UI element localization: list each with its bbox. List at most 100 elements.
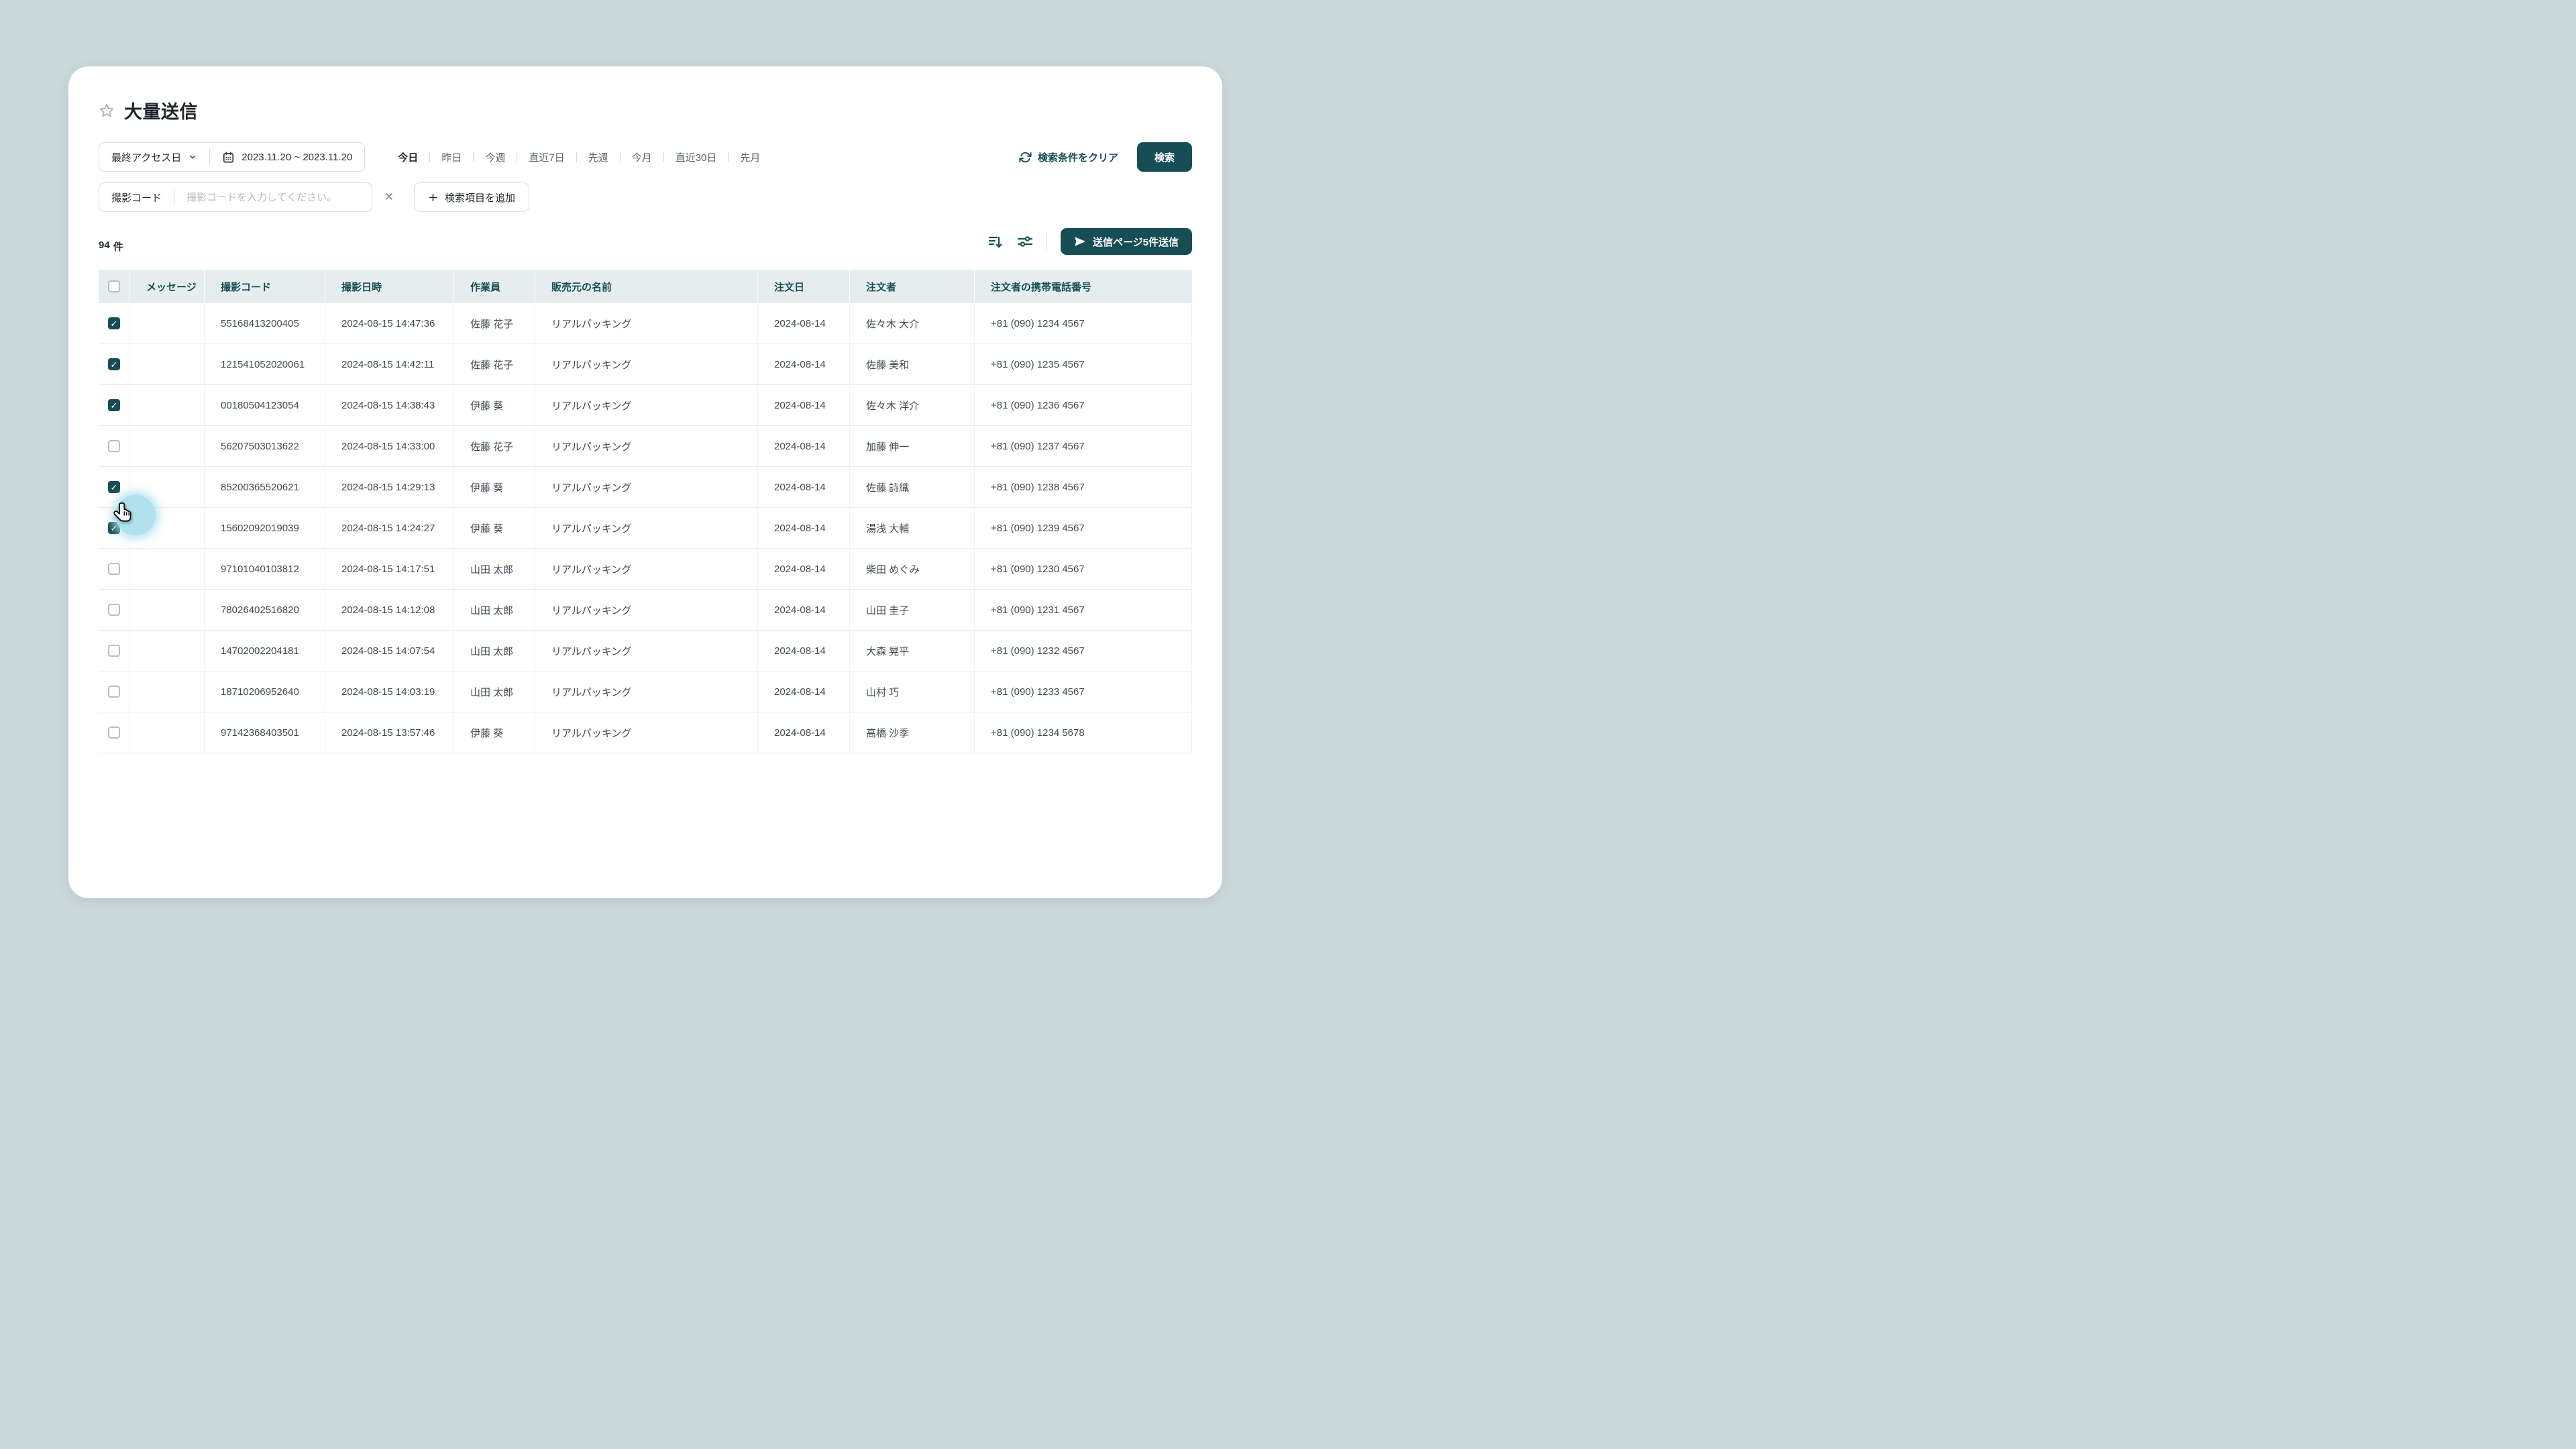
cell-message [129, 590, 204, 630]
cell-shoot-datetime: 2024-08-15 14:24:27 [325, 508, 453, 548]
cell-shoot-code: 00180504123054 [204, 385, 325, 425]
cell-orderer-phone: +81 (090) 1239 4567 [974, 508, 1192, 548]
table-row: 97101040103812 2024-08-15 14:17:51 山田 太郎… [99, 549, 1192, 590]
cell-operator: 伊藤 葵 [453, 508, 535, 548]
cell-order-date: 2024-08-14 [757, 303, 849, 343]
add-search-field-button[interactable]: 検索項目を追加 [414, 182, 529, 212]
send-page-label: 送信ページ5件送信 [1093, 235, 1179, 249]
table-row: 97142368403501 2024-08-15 13:57:46 伊藤 葵 … [99, 712, 1192, 753]
cell-shoot-code: 18710206952640 [204, 672, 325, 712]
row-checkbox[interactable] [108, 399, 120, 411]
cell-shoot-datetime: 2024-08-15 14:38:43 [325, 385, 453, 425]
cell-orderer: 山村 巧 [849, 672, 974, 712]
table-body: 55168413200405 2024-08-15 14:47:36 佐藤 花子… [99, 303, 1192, 753]
row-checkbox[interactable] [108, 727, 120, 739]
cell-shoot-datetime: 2024-08-15 14:17:51 [325, 549, 453, 589]
cell-orderer: 柴田 めぐみ [849, 549, 974, 589]
table-header-row: メッセージ撮影コード撮影日時作業員販売元の名前注文日注文者注文者の携帯電話番号 [99, 270, 1192, 303]
cell-shoot-datetime: 2024-08-15 14:33:00 [325, 426, 453, 466]
cell-message [129, 385, 204, 425]
add-search-field-label: 検索項目を追加 [445, 191, 515, 205]
cell-seller-name: リアルパッキング [535, 672, 757, 712]
cell-operator: 山田 太郎 [453, 549, 535, 589]
sliders-icon [1017, 233, 1033, 250]
cell-shoot-code: 55168413200405 [204, 303, 325, 343]
cell-shoot-datetime: 2024-08-15 14:03:19 [325, 672, 453, 712]
cell-operator: 山田 太郎 [453, 631, 535, 671]
row-select-cell [99, 672, 129, 712]
send-page-button[interactable]: 送信ページ5件送信 [1061, 228, 1192, 255]
cell-operator: 山田 太郎 [453, 672, 535, 712]
row-checkbox[interactable] [108, 604, 120, 616]
quick-range-item[interactable]: 今月 [621, 150, 663, 164]
app-card: 大量送信 最終アクセス日 2023.11.20 ~ 2023.11.20 [68, 66, 1222, 898]
filter-row-primary: 最終アクセス日 2023.11.20 ~ 2023.11.20 今日昨日今週直近… [99, 142, 1192, 172]
row-checkbox[interactable] [108, 481, 120, 493]
row-checkbox[interactable] [108, 645, 120, 657]
send-icon [1074, 235, 1086, 248]
cell-order-date: 2024-08-14 [757, 344, 849, 384]
column-header: 作業員 [453, 270, 535, 303]
row-checkbox[interactable] [108, 563, 120, 575]
table-row: 15602092019039 2024-08-15 14:24:27 伊藤 葵 … [99, 508, 1192, 549]
quick-range-item[interactable]: 昨日 [430, 150, 473, 164]
search-button[interactable]: 検索 [1137, 142, 1192, 172]
cell-operator: 山田 太郎 [453, 590, 535, 630]
cell-orderer-phone: +81 (090) 1232 4567 [974, 631, 1192, 671]
quick-range-item[interactable]: 直近30日 [664, 150, 729, 164]
sort-button[interactable] [987, 233, 1004, 250]
filter-settings-button[interactable] [1017, 233, 1033, 250]
row-checkbox[interactable] [108, 358, 120, 370]
filter-field-dropdown[interactable]: 最終アクセス日 [99, 143, 209, 171]
row-checkbox[interactable] [108, 440, 120, 452]
cell-shoot-code: 85200365520621 [204, 467, 325, 507]
quick-range-item[interactable]: 先月 [729, 150, 771, 164]
data-table: メッセージ撮影コード撮影日時作業員販売元の名前注文日注文者注文者の携帯電話番号 … [99, 270, 1192, 753]
cell-orderer: 山田 圭子 [849, 590, 974, 630]
cell-orderer-phone: +81 (090) 1238 4567 [974, 467, 1192, 507]
toolbar-divider [1046, 233, 1047, 250]
quick-range-item[interactable]: 先週 [577, 150, 620, 164]
table-row: 85200365520621 2024-08-15 14:29:13 伊藤 葵 … [99, 467, 1192, 508]
row-select-cell [99, 426, 129, 466]
cell-operator: 伊藤 葵 [453, 467, 535, 507]
row-checkbox[interactable] [108, 317, 120, 329]
cell-orderer: 佐藤 美和 [849, 344, 974, 384]
row-checkbox[interactable] [108, 686, 120, 698]
table-tools [987, 233, 1033, 250]
select-all-cell [99, 270, 129, 303]
cell-order-date: 2024-08-14 [757, 426, 849, 466]
select-all-checkbox[interactable] [108, 280, 120, 292]
clear-search-label: 検索条件をクリア [1038, 150, 1118, 164]
cell-shoot-datetime: 2024-08-15 14:47:36 [325, 303, 453, 343]
sort-icon [987, 233, 1004, 250]
code-filter-input[interactable] [186, 192, 360, 203]
close-icon: ✕ [384, 191, 394, 204]
quick-range-item[interactable]: 直近7日 [517, 150, 576, 164]
clear-search-button[interactable]: 検索条件をクリア [1019, 150, 1118, 164]
cell-order-date: 2024-08-14 [757, 508, 849, 548]
date-range-picker[interactable]: 2023.11.20 ~ 2023.11.20 [210, 143, 364, 171]
cell-orderer-phone: +81 (090) 1237 4567 [974, 426, 1192, 466]
cell-shoot-code: 14702002204181 [204, 631, 325, 671]
table-row: 121541052020061 2024-08-15 14:42:11 佐藤 花… [99, 344, 1192, 385]
cell-shoot-datetime: 2024-08-15 14:42:11 [325, 344, 453, 384]
cell-orderer-phone: +81 (090) 1236 4567 [974, 385, 1192, 425]
quick-range-item[interactable]: 今日 [386, 150, 429, 164]
row-select-cell [99, 631, 129, 671]
favorite-star-icon[interactable] [99, 103, 115, 119]
cell-orderer-phone: +81 (090) 1234 4567 [974, 303, 1192, 343]
cell-operator: 佐藤 花子 [453, 426, 535, 466]
column-header: 注文者 [849, 270, 974, 303]
cell-order-date: 2024-08-14 [757, 672, 849, 712]
cell-operator: 伊藤 葵 [453, 712, 535, 753]
cell-seller-name: リアルパッキング [535, 590, 757, 630]
remove-filter-button[interactable]: ✕ [379, 187, 399, 207]
cell-orderer-phone: +81 (090) 1231 4567 [974, 590, 1192, 630]
cell-shoot-code: 15602092019039 [204, 508, 325, 548]
cell-order-date: 2024-08-14 [757, 712, 849, 753]
row-select-cell [99, 385, 129, 425]
table-row: 56207503013622 2024-08-15 14:33:00 佐藤 花子… [99, 426, 1192, 467]
filter-field-label: 最終アクセス日 [111, 150, 181, 164]
quick-range-item[interactable]: 今週 [474, 150, 517, 164]
